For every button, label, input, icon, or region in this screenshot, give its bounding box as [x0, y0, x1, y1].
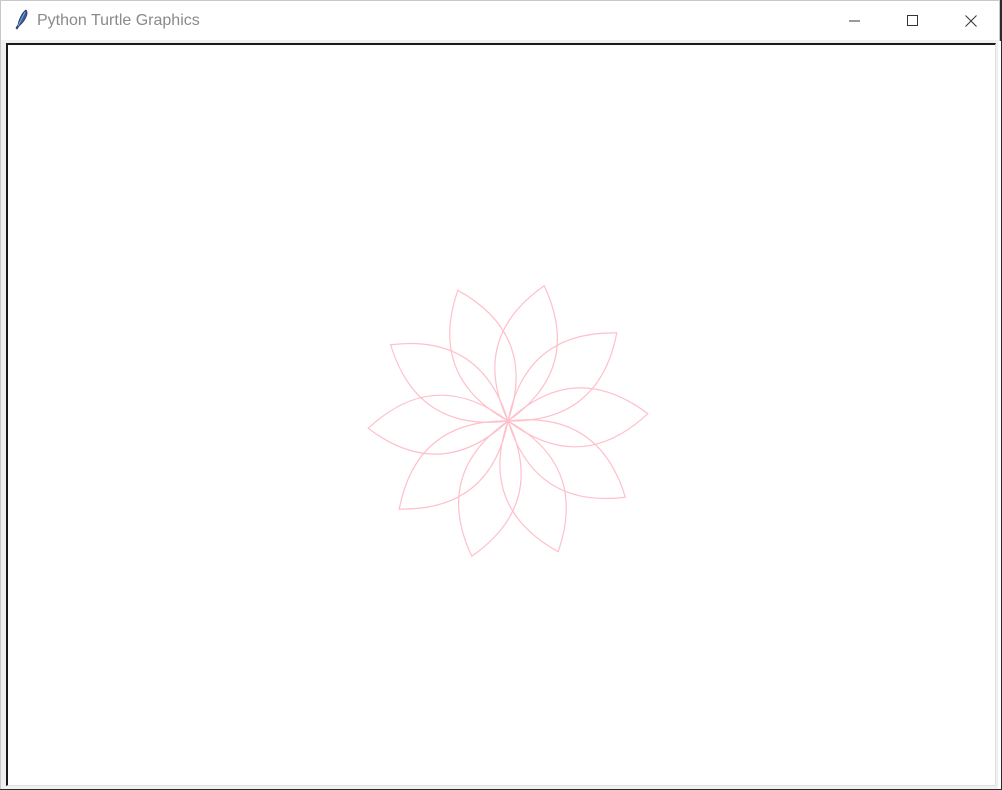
window-title: Python Turtle Graphics [37, 12, 200, 29]
flower-drawing [367, 284, 649, 558]
turtle-canvas-frame [6, 43, 996, 786]
maximize-icon [907, 14, 919, 27]
turtle-window: Python Turtle Graphics [0, 0, 1001, 789]
flower-petal [367, 394, 509, 455]
flower-petal [507, 387, 649, 448]
window-edge [998, 41, 1001, 789]
close-icon [965, 14, 977, 27]
title-bar[interactable]: Python Turtle Graphics [1, 1, 999, 40]
feather-icon [13, 9, 31, 31]
minimize-button[interactable] [826, 1, 884, 40]
flower-petal [494, 284, 558, 422]
flower-petal [458, 420, 522, 558]
flower-petal [449, 289, 517, 422]
maximize-button[interactable] [884, 1, 942, 40]
turtle-canvas[interactable] [8, 45, 995, 785]
flower-petal [499, 420, 567, 553]
close-button[interactable] [942, 1, 1000, 40]
client-area [1, 40, 999, 789]
minimize-icon [849, 15, 861, 27]
